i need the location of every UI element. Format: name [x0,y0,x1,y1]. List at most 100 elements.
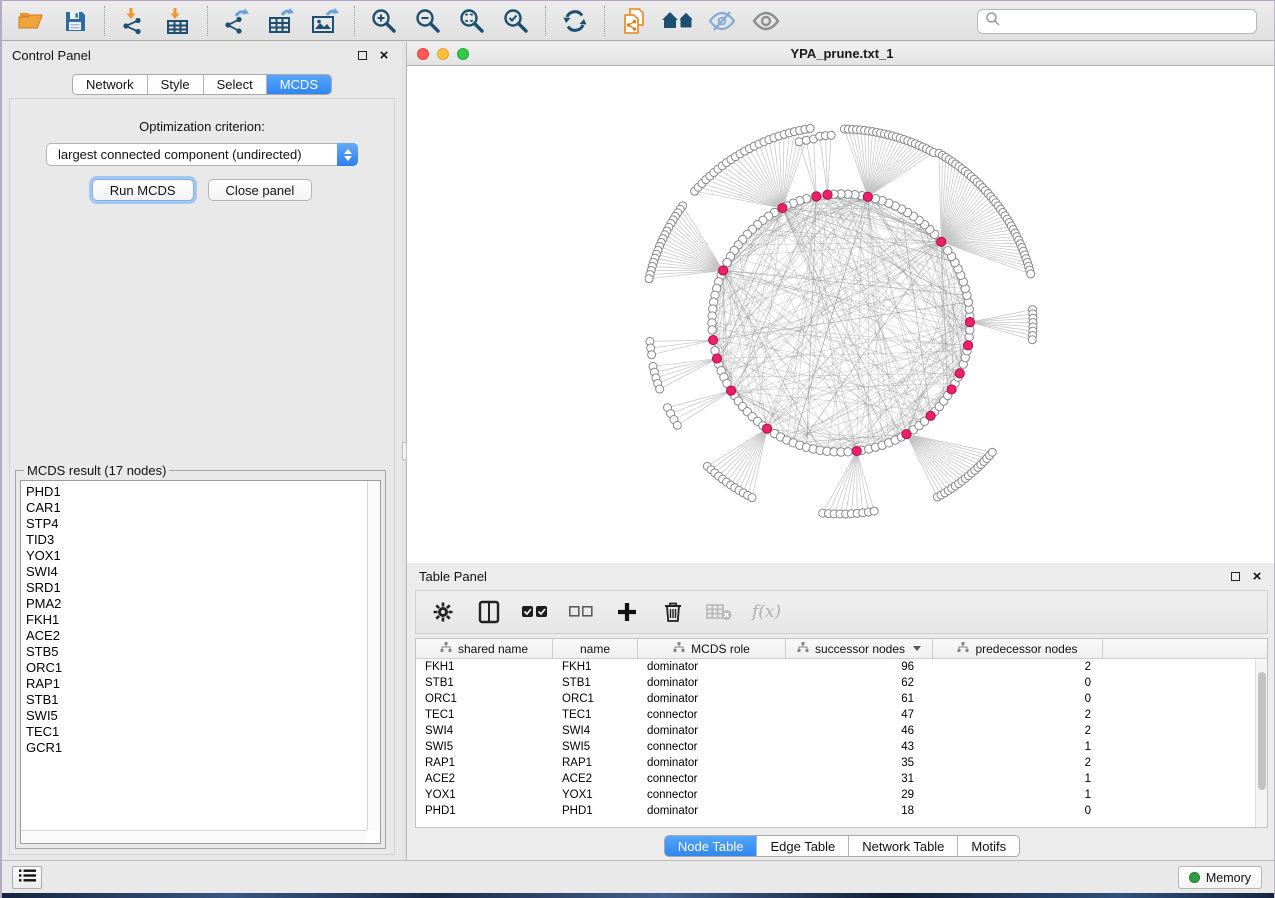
tab-node-table[interactable]: Node Table [665,836,758,856]
table-cell[interactable]: 2 [933,755,1103,771]
table-row[interactable]: PHD1PHD1dominator180 [416,803,1267,819]
table-cell[interactable] [1103,723,1267,739]
list-item[interactable]: TEC1 [26,724,366,740]
tab-select[interactable]: Select [204,75,267,94]
float-panel-button[interactable] [354,47,370,63]
table-cell[interactable] [1103,707,1267,723]
scrollbar-thumb[interactable] [1258,672,1266,790]
function-builder-button[interactable]: f(x) [752,599,781,625]
horizontal-scrollbar[interactable] [21,830,367,843]
select-all-button[interactable] [522,599,548,625]
graph-hub-node[interactable] [955,369,964,378]
graph-node[interactable] [827,131,835,139]
graph-node[interactable] [656,385,664,393]
graph-node[interactable] [1027,270,1035,278]
table-cell[interactable] [1103,659,1267,675]
zoom-fit-button[interactable] [456,5,488,37]
close-panel-button[interactable]: × [376,47,392,63]
table-row[interactable]: FKH1FKH1dominator962 [416,659,1267,675]
table-cell[interactable]: ACE2 [553,771,638,787]
graph-hub-node[interactable] [762,424,771,433]
table-cell[interactable]: 47 [786,707,933,723]
table-cell[interactable] [1103,739,1267,755]
table-cell[interactable]: dominator [638,675,786,691]
tab-style[interactable]: Style [148,75,204,94]
memory-button[interactable]: Memory [1178,866,1262,889]
table-cell[interactable]: dominator [638,659,786,675]
zoom-in-button[interactable] [368,5,400,37]
graph-hub-node[interactable] [719,266,728,275]
table-cell[interactable]: 29 [786,787,933,803]
graph-hub-node[interactable] [709,335,718,344]
table-cell[interactable]: connector [638,771,786,787]
table-row[interactable]: YOX1YOX1connector291 [416,787,1267,803]
table-cell[interactable]: 2 [933,723,1103,739]
table-cell[interactable]: SWI4 [553,723,638,739]
graph-node[interactable] [988,448,996,456]
export-image-button[interactable] [309,5,341,37]
import-network-button[interactable] [118,5,150,37]
table-cell[interactable]: 35 [786,755,933,771]
table-cell[interactable]: FKH1 [416,659,553,675]
table-row[interactable]: SWI5SWI5connector431 [416,739,1267,755]
list-item[interactable]: YOX1 [26,548,366,564]
graph-hub-node[interactable] [963,341,972,350]
graph-hub-node[interactable] [712,354,721,363]
table-cell[interactable]: YOX1 [416,787,553,803]
table-row[interactable]: SWI4SWI4dominator462 [416,723,1267,739]
table-cell[interactable]: 62 [786,675,933,691]
table-cell[interactable]: dominator [638,723,786,739]
list-item[interactable]: STB5 [26,644,366,660]
table-cell[interactable]: connector [638,739,786,755]
table-row[interactable]: TEC1TEC1connector472 [416,707,1267,723]
table-cell[interactable]: 0 [933,803,1103,819]
import-table-button[interactable] [162,5,194,37]
table-settings-button[interactable] [430,599,456,625]
zoom-out-button[interactable] [412,5,444,37]
column-header-name[interactable]: name [553,639,638,658]
table-cell[interactable] [1103,755,1267,771]
task-history-button[interactable] [12,866,42,889]
run-mcds-button[interactable]: Run MCDS [92,179,194,201]
graph-hub-node[interactable] [926,411,935,420]
list-item[interactable]: FKH1 [26,612,366,628]
search-box[interactable] [977,9,1257,34]
list-item[interactable]: STB1 [26,692,366,708]
list-item[interactable]: RAP1 [26,676,366,692]
graph-node[interactable] [806,124,814,132]
tab-network[interactable]: Network [73,75,148,94]
network-window-titlebar[interactable]: YPA_prune.txt_1 [407,42,1275,66]
table-row[interactable]: ACE2ACE2connector311 [416,771,1267,787]
graph-hub-node[interactable] [727,386,736,395]
table-cell[interactable] [1103,691,1267,707]
deselect-all-button[interactable] [568,599,594,625]
tab-network-table[interactable]: Network Table [849,836,958,856]
close-panel-push-button[interactable]: Close panel [208,179,313,201]
graph-node[interactable] [802,136,810,144]
graph-node[interactable] [648,351,656,359]
vertical-scrollbar[interactable] [367,481,380,830]
zoom-selected-button[interactable] [500,5,532,37]
graph-hub-node[interactable] [823,190,832,199]
hide-selected-button[interactable] [706,5,738,37]
toggle-panel-button[interactable] [476,599,502,625]
list-item[interactable]: SWI4 [26,564,366,580]
table-cell[interactable]: connector [638,707,786,723]
column-header-successor-nodes[interactable]: successor nodes [786,639,933,658]
show-all-button[interactable] [750,5,782,37]
list-item[interactable]: STP4 [26,516,366,532]
save-session-button[interactable] [59,5,91,37]
tab-motifs[interactable]: Motifs [958,836,1019,856]
column-header-shared-name[interactable]: shared name [416,639,553,658]
table-cell[interactable]: PHD1 [553,803,638,819]
list-item[interactable]: PMA2 [26,596,366,612]
search-input[interactable] [1001,15,1249,29]
graph-hub-node[interactable] [937,237,946,246]
list-item[interactable]: PHD1 [26,484,366,500]
table-cell[interactable]: RAP1 [553,755,638,771]
table-cell[interactable]: STB1 [553,675,638,691]
table-row[interactable]: STB1STB1dominator620 [416,675,1267,691]
graph-hub-node[interactable] [812,192,821,201]
list-item[interactable]: ACE2 [26,628,366,644]
graph-hub-node[interactable] [852,446,861,455]
